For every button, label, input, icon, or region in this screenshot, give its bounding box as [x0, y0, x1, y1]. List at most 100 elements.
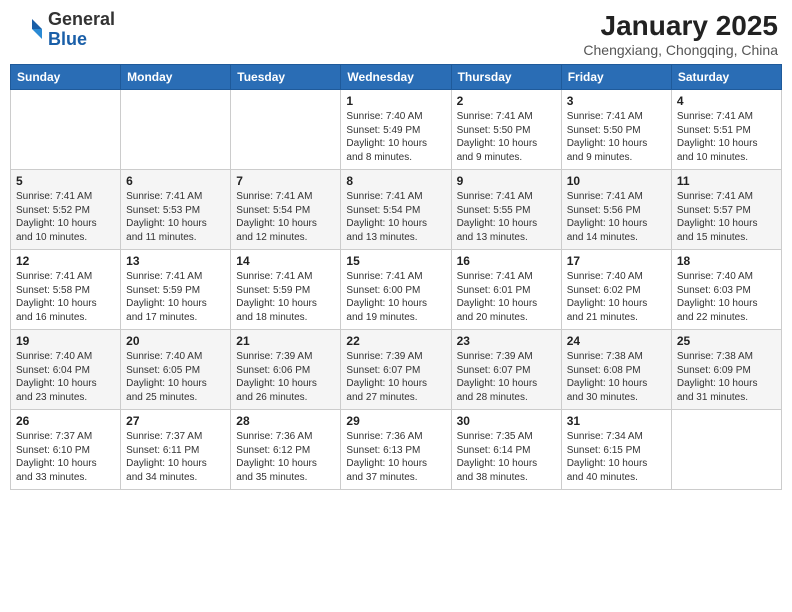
calendar-cell: 18Sunrise: 7:40 AMSunset: 6:03 PMDayligh… [671, 250, 781, 330]
cell-info: Sunrise: 7:39 AMSunset: 6:07 PMDaylight:… [346, 350, 445, 404]
cell-info: Sunrise: 7:41 AMSunset: 5:51 PMDaylight:… [677, 110, 776, 164]
cell-info: Sunrise: 7:38 AMSunset: 6:08 PMDaylight:… [567, 350, 666, 404]
cell-info: Sunrise: 7:37 AMSunset: 6:10 PMDaylight:… [16, 430, 115, 484]
calendar-cell: 8Sunrise: 7:41 AMSunset: 5:54 PMDaylight… [341, 170, 451, 250]
calendar-cell: 2 Sunrise: 7:41 AMSunset: 5:50 PMDaylight… [451, 90, 561, 170]
cell-info: Sunrise: 7:40 AMSunset: 6:03 PMDaylight:… [677, 270, 776, 324]
weekday-header-wednesday: Wednesday [341, 65, 451, 90]
day-number: 23 [457, 334, 556, 348]
day-number: 13 [126, 254, 225, 268]
calendar-cell [121, 90, 231, 170]
logo-icon [14, 15, 44, 45]
cell-info: Sunrise: 7:39 AMSunset: 6:06 PMDaylight:… [236, 350, 335, 404]
day-number: 20 [126, 334, 225, 348]
day-number: 25 [677, 334, 776, 348]
cell-info: Sunrise: 7:41 AMSunset: 5:54 PMDaylight:… [346, 190, 445, 244]
calendar-table: SundayMondayTuesdayWednesdayThursdayFrid… [10, 64, 782, 490]
calendar-cell: 25Sunrise: 7:38 AMSunset: 6:09 PMDayligh… [671, 330, 781, 410]
day-number: 12 [16, 254, 115, 268]
day-number: 24 [567, 334, 666, 348]
cell-info: Sunrise: 7:34 AMSunset: 6:15 PMDaylight:… [567, 430, 666, 484]
day-number: 2 [457, 94, 556, 108]
weekday-header-sunday: Sunday [11, 65, 121, 90]
calendar-cell: 28 Sunrise: 7:36 AMSunset: 6:12 PMDayligh… [231, 410, 341, 490]
day-number: 27 [126, 414, 225, 428]
calendar-cell: 22 Sunrise: 7:39 AMSunset: 6:07 PMDayligh… [341, 330, 451, 410]
day-number: 17 [567, 254, 666, 268]
cell-info: Sunrise: 7:36 AMSunset: 6:12 PMDaylight:… [236, 430, 335, 484]
location-title: Chengxiang, Chongqing, China [583, 42, 778, 58]
calendar-cell: 24 Sunrise: 7:38 AMSunset: 6:08 PMDayligh… [561, 330, 671, 410]
day-number: 28 [236, 414, 335, 428]
weekday-header-row: SundayMondayTuesdayWednesdayThursdayFrid… [11, 65, 782, 90]
calendar-cell: 13 Sunrise: 7:41 AMSunset: 5:59 PMDayligh… [121, 250, 231, 330]
calendar-cell: 30Sunrise: 7:35 AMSunset: 6:14 PMDayligh… [451, 410, 561, 490]
day-number: 9 [457, 174, 556, 188]
calendar-cell: 20 Sunrise: 7:40 AMSunset: 6:05 PMDayligh… [121, 330, 231, 410]
cell-info: Sunrise: 7:41 AMSunset: 6:01 PMDaylight:… [457, 270, 556, 324]
day-number: 22 [346, 334, 445, 348]
day-number: 19 [16, 334, 115, 348]
calendar-cell: 29Sunrise: 7:36 AMSunset: 6:13 PMDayligh… [341, 410, 451, 490]
page-header: General Blue January 2025 Chengxiang, Ch… [10, 10, 782, 58]
calendar-cell: 16 Sunrise: 7:41 AMSunset: 6:01 PMDayligh… [451, 250, 561, 330]
calendar-cell: 15 Sunrise: 7:41 AMSunset: 6:00 PMDayligh… [341, 250, 451, 330]
day-number: 4 [677, 94, 776, 108]
weekday-header-thursday: Thursday [451, 65, 561, 90]
calendar-cell: 11Sunrise: 7:41 AMSunset: 5:57 PMDayligh… [671, 170, 781, 250]
calendar-cell: 31 Sunrise: 7:34 AMSunset: 6:15 PMDayligh… [561, 410, 671, 490]
day-number: 21 [236, 334, 335, 348]
calendar-cell: 9 Sunrise: 7:41 AMSunset: 5:55 PMDaylight… [451, 170, 561, 250]
logo: General Blue [14, 10, 115, 50]
cell-info: Sunrise: 7:41 AMSunset: 5:59 PMDaylight:… [236, 270, 335, 324]
calendar-cell: 5Sunrise: 7:41 AMSunset: 5:52 PMDaylight… [11, 170, 121, 250]
calendar-cell [231, 90, 341, 170]
cell-info: Sunrise: 7:41 AMSunset: 5:50 PMDaylight:… [567, 110, 666, 164]
weekday-header-monday: Monday [121, 65, 231, 90]
logo-blue-text: Blue [48, 29, 87, 49]
cell-info: Sunrise: 7:40 AMSunset: 6:02 PMDaylight:… [567, 270, 666, 324]
calendar-cell: 23 Sunrise: 7:39 AMSunset: 6:07 PMDayligh… [451, 330, 561, 410]
day-number: 16 [457, 254, 556, 268]
cell-info: Sunrise: 7:39 AMSunset: 6:07 PMDaylight:… [457, 350, 556, 404]
calendar-cell [671, 410, 781, 490]
day-number: 31 [567, 414, 666, 428]
week-row-2: 5Sunrise: 7:41 AMSunset: 5:52 PMDaylight… [11, 170, 782, 250]
day-number: 11 [677, 174, 776, 188]
day-number: 14 [236, 254, 335, 268]
calendar-cell: 3 Sunrise: 7:41 AMSunset: 5:50 PMDaylight… [561, 90, 671, 170]
calendar-cell: 21 Sunrise: 7:39 AMSunset: 6:06 PMDayligh… [231, 330, 341, 410]
week-row-5: 26 Sunrise: 7:37 AMSunset: 6:10 PMDayligh… [11, 410, 782, 490]
day-number: 26 [16, 414, 115, 428]
calendar-cell: 10 Sunrise: 7:41 AMSunset: 5:56 PMDayligh… [561, 170, 671, 250]
calendar-cell: 14 Sunrise: 7:41 AMSunset: 5:59 PMDayligh… [231, 250, 341, 330]
calendar-cell: 26 Sunrise: 7:37 AMSunset: 6:10 PMDayligh… [11, 410, 121, 490]
weekday-header-tuesday: Tuesday [231, 65, 341, 90]
cell-info: Sunrise: 7:40 AMSunset: 6:04 PMDaylight:… [16, 350, 115, 404]
cell-info: Sunrise: 7:41 AMSunset: 6:00 PMDaylight:… [346, 270, 445, 324]
cell-info: Sunrise: 7:40 AMSunset: 6:05 PMDaylight:… [126, 350, 225, 404]
cell-info: Sunrise: 7:41 AMSunset: 5:59 PMDaylight:… [126, 270, 225, 324]
day-number: 29 [346, 414, 445, 428]
week-row-4: 19 Sunrise: 7:40 AMSunset: 6:04 PMDayligh… [11, 330, 782, 410]
day-number: 15 [346, 254, 445, 268]
cell-info: Sunrise: 7:41 AMSunset: 5:55 PMDaylight:… [457, 190, 556, 244]
calendar-cell: 6Sunrise: 7:41 AMSunset: 5:53 PMDaylight… [121, 170, 231, 250]
calendar-cell: 1Sunrise: 7:40 AMSunset: 5:49 PMDaylight… [341, 90, 451, 170]
month-title: January 2025 [583, 10, 778, 42]
cell-info: Sunrise: 7:41 AMSunset: 5:52 PMDaylight:… [16, 190, 115, 244]
cell-info: Sunrise: 7:37 AMSunset: 6:11 PMDaylight:… [126, 430, 225, 484]
day-number: 3 [567, 94, 666, 108]
day-number: 10 [567, 174, 666, 188]
weekday-header-friday: Friday [561, 65, 671, 90]
calendar-cell: 19 Sunrise: 7:40 AMSunset: 6:04 PMDayligh… [11, 330, 121, 410]
week-row-1: 1Sunrise: 7:40 AMSunset: 5:49 PMDaylight… [11, 90, 782, 170]
cell-info: Sunrise: 7:41 AMSunset: 5:54 PMDaylight:… [236, 190, 335, 244]
day-number: 7 [236, 174, 335, 188]
calendar-cell [11, 90, 121, 170]
logo-general-text: General [48, 9, 115, 29]
title-block: January 2025 Chengxiang, Chongqing, Chin… [583, 10, 778, 58]
cell-info: Sunrise: 7:41 AMSunset: 5:50 PMDaylight:… [457, 110, 556, 164]
cell-info: Sunrise: 7:41 AMSunset: 5:56 PMDaylight:… [567, 190, 666, 244]
calendar-body: 1Sunrise: 7:40 AMSunset: 5:49 PMDaylight… [11, 90, 782, 490]
